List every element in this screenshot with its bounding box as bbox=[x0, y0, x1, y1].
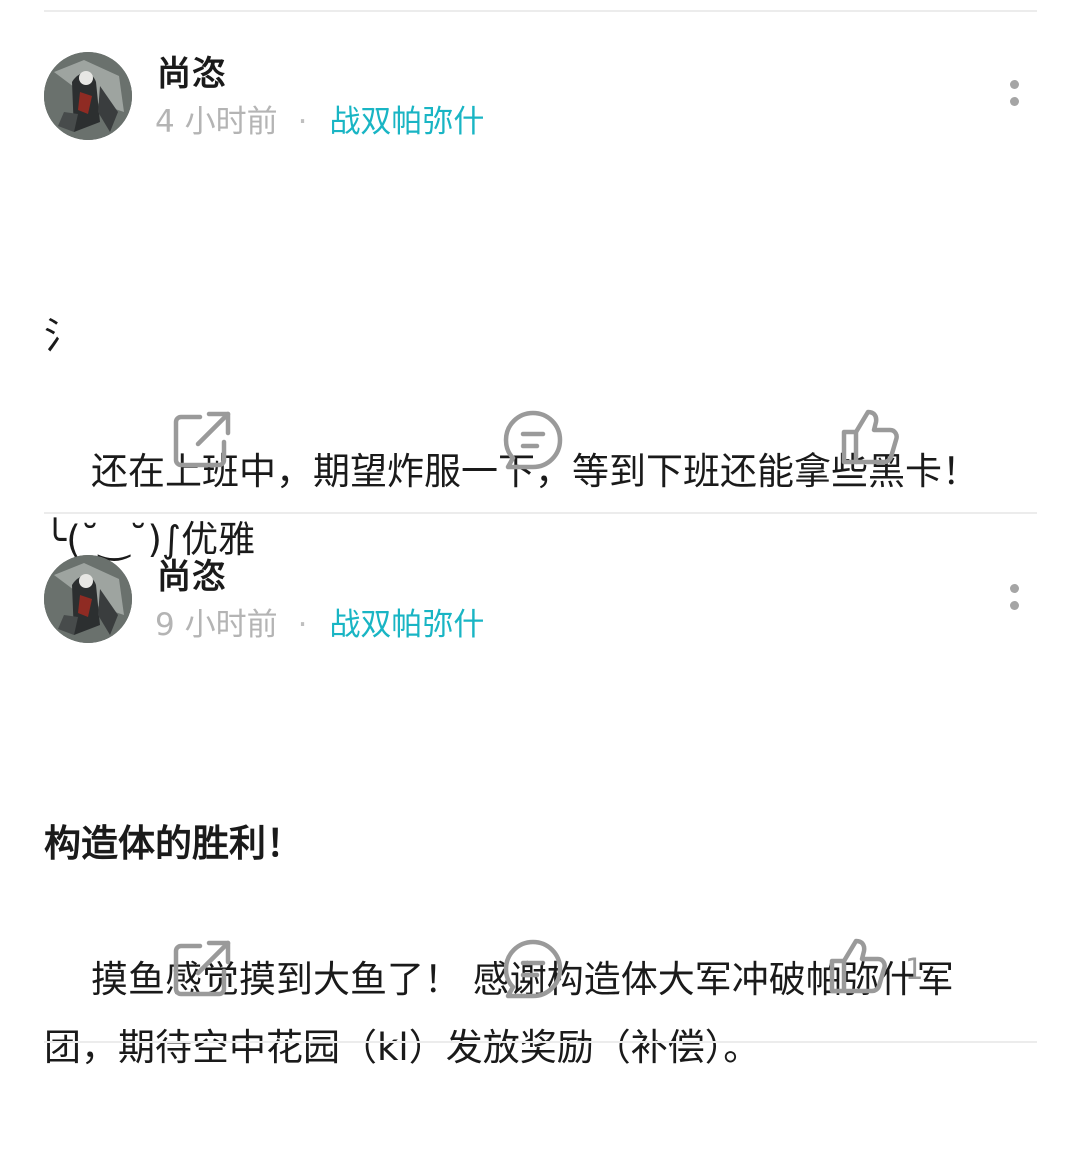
topic-link[interactable]: 战双帕弥什 bbox=[329, 104, 484, 140]
top-divider bbox=[44, 10, 1037, 12]
post-time: 9 小时前 bbox=[155, 607, 278, 643]
post-divider bbox=[44, 1041, 1037, 1043]
like-button[interactable] bbox=[838, 406, 902, 470]
avatar[interactable] bbox=[44, 555, 132, 643]
meta-separator: · bbox=[297, 104, 308, 140]
avatar[interactable] bbox=[44, 52, 132, 140]
like-count: 1 bbox=[905, 952, 924, 986]
share-icon bbox=[173, 940, 231, 997]
post-meta: 4 小时前 · 战双帕弥什 bbox=[155, 107, 484, 138]
like-button[interactable] bbox=[826, 935, 890, 999]
comment-button[interactable] bbox=[501, 408, 565, 472]
more-options-button[interactable] bbox=[1006, 80, 1022, 124]
comment-icon bbox=[503, 410, 563, 470]
comment-button[interactable] bbox=[501, 937, 565, 1001]
more-vertical-icon bbox=[1010, 584, 1019, 593]
author-name[interactable]: 尚恣 bbox=[157, 560, 227, 594]
post-content[interactable]: 构造体的胜利！ 摸鱼感觉摸到大鱼了！ 感谢构造体大军冲破帕弥什军团，期待空中花园… bbox=[44, 674, 1024, 1150]
more-vertical-icon bbox=[1010, 80, 1019, 89]
comment-icon bbox=[503, 939, 563, 999]
author-name[interactable]: 尚恣 bbox=[157, 57, 227, 91]
post-time: 4 小时前 bbox=[155, 104, 278, 140]
topic-link[interactable]: 战双帕弥什 bbox=[329, 607, 484, 643]
share-button[interactable] bbox=[170, 408, 234, 472]
post-headline: 氵 bbox=[44, 314, 81, 357]
meta-separator: · bbox=[297, 607, 308, 643]
share-icon bbox=[173, 411, 231, 468]
thumbs-up-icon bbox=[841, 409, 899, 465]
share-button[interactable] bbox=[170, 937, 234, 1001]
more-options-button[interactable] bbox=[1006, 584, 1022, 628]
post-divider bbox=[44, 512, 1037, 514]
post-headline: 构造体的胜利！ bbox=[44, 822, 303, 865]
thumbs-up-icon bbox=[829, 938, 887, 994]
post-meta: 9 小时前 · 战双帕弥什 bbox=[155, 610, 484, 641]
